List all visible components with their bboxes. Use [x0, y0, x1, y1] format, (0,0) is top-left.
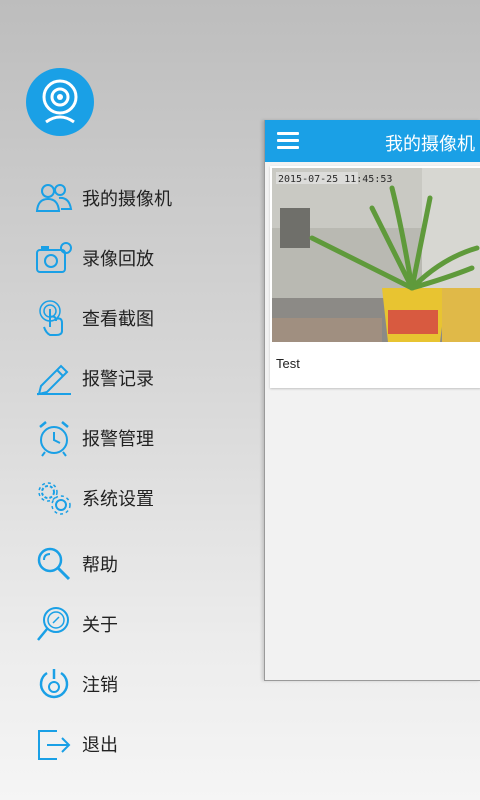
menu-label: 帮助 — [82, 555, 118, 576]
webcam-icon — [42, 79, 78, 124]
camera-record-icon — [34, 238, 74, 278]
users-icon — [34, 178, 74, 218]
app-bar: 我的摄像机 — [265, 120, 480, 162]
camera-name: Test — [276, 356, 300, 371]
search-icon — [34, 544, 74, 584]
pencil-icon — [34, 358, 74, 398]
exit-icon — [34, 724, 74, 764]
menu-label: 我的摄像机 — [82, 189, 172, 210]
menu-label: 系统设置 — [82, 489, 154, 510]
menu-item-playback[interactable]: 录像回放 — [34, 230, 254, 286]
page-title: 我的摄像机 — [385, 134, 475, 155]
menu-item-screenshots[interactable]: 查看截图 — [34, 290, 254, 346]
menu-label: 录像回放 — [82, 249, 154, 270]
alarm-clock-icon — [34, 418, 74, 458]
menu-label: 注销 — [82, 675, 118, 696]
menu-label: 报警管理 — [82, 429, 154, 450]
menu-label: 退出 — [82, 735, 118, 756]
menu-item-logout[interactable]: 注销 — [34, 656, 254, 712]
camera-card[interactable]: 2015-07-25 11:45:53 Test — [270, 166, 480, 388]
menu-label: 关于 — [82, 615, 118, 636]
menu-item-exit[interactable]: 退出 — [34, 716, 254, 772]
camera-thumbnail[interactable]: 2015-07-25 11:45:53 — [272, 168, 480, 342]
menu-item-about[interactable]: 关于 — [34, 596, 254, 652]
profile-avatar[interactable] — [26, 68, 94, 136]
gears-icon — [34, 478, 74, 518]
info-magnifier-icon — [34, 604, 74, 644]
menu-item-my-cameras[interactable]: 我的摄像机 — [34, 170, 254, 226]
main-panel: 我的摄像机 2015-07-25 11:45:53 Test — [264, 120, 480, 681]
menu-label: 报警记录 — [82, 369, 154, 390]
hamburger-menu-icon[interactable] — [277, 132, 299, 150]
video-timestamp: 2015-07-25 11:45:53 — [278, 174, 392, 185]
menu-item-help[interactable]: 帮助 — [34, 536, 254, 592]
touch-icon — [34, 298, 74, 338]
power-icon — [34, 664, 74, 704]
menu-label: 查看截图 — [82, 309, 154, 330]
menu-item-system-settings[interactable]: 系统设置 — [34, 470, 254, 526]
menu-item-alarm-records[interactable]: 报警记录 — [34, 350, 254, 406]
menu-item-alarm-management[interactable]: 报警管理 — [34, 410, 254, 466]
